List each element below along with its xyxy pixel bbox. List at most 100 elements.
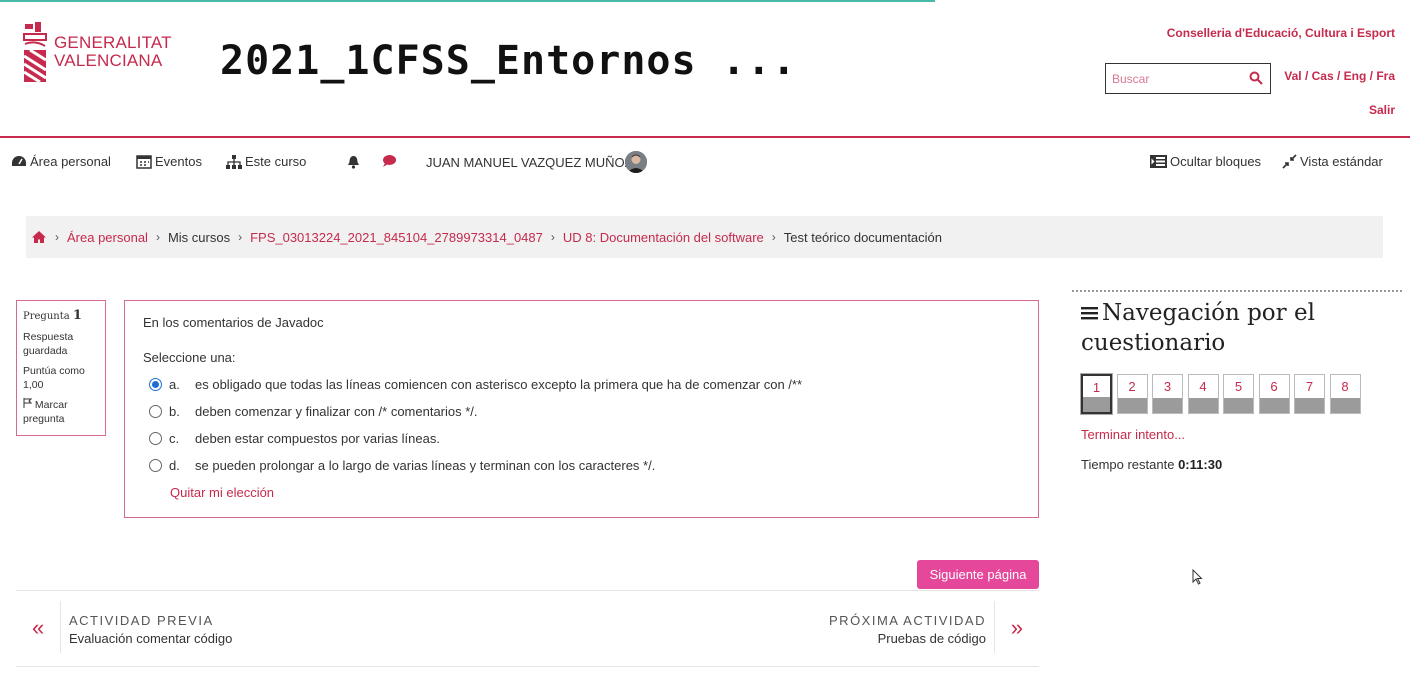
activity-navigation: « ACTIVIDAD PREVIA Evaluación comentar c… — [16, 590, 1039, 667]
generalitat-logo[interactable]: GENERALITAT VALENCIANA — [22, 22, 172, 84]
logo-line-2: VALENCIANA — [54, 51, 163, 70]
answer-option-c[interactable]: c. deben estar compuestos por varias lín… — [143, 425, 1020, 452]
question-state: Respuesta guardada — [23, 331, 74, 357]
messages-icon[interactable] — [382, 154, 397, 168]
breadcrumb-course[interactable]: FPS_03013224_2021_845104_2789973314_0487 — [250, 230, 543, 245]
next-activity-link[interactable]: PRÓXIMA ACTIVIDAD Pruebas de código — [829, 601, 995, 653]
nav-events[interactable]: Eventos — [136, 154, 202, 169]
question-text: En los comentarios de Javadoc — [143, 315, 324, 330]
previous-activity-label: ACTIVIDAD PREVIA — [69, 613, 214, 628]
hide-blocks-label: Ocultar bloques — [1170, 154, 1262, 169]
question-number: Pregunta 1 — [23, 309, 99, 324]
timer-value: 0:11:30 — [1178, 457, 1223, 472]
compress-icon — [1282, 154, 1297, 169]
calendar-icon — [136, 155, 152, 169]
nav-this-course[interactable]: Este curso — [226, 154, 306, 169]
clear-choice-link[interactable]: Quitar mi elección — [170, 485, 274, 500]
answer-letter: d. — [169, 458, 180, 473]
standard-view-button[interactable]: Vista estándar — [1282, 154, 1383, 169]
logout-link[interactable]: Salir — [1369, 103, 1395, 117]
next-activity-label: PRÓXIMA ACTIVIDAD — [829, 613, 986, 628]
site-header: GENERALITAT VALENCIANA 2021_1CFSS_Entorn… — [0, 0, 1410, 138]
answer-letter: c. — [169, 431, 180, 446]
finish-attempt-link[interactable]: Terminar intento... — [1081, 427, 1402, 442]
hide-blocks-icon — [1150, 155, 1167, 168]
quiz-question-button-1[interactable]: 1 — [1081, 374, 1112, 414]
quiz-navigation-title: Navegación por el cuestionario — [1081, 298, 1402, 358]
answer-radio-a[interactable] — [149, 378, 162, 391]
breadcrumb-current: Test teórico documentación — [783, 229, 943, 245]
question-marks: Puntúa como 1,00 — [23, 365, 85, 391]
next-page-button[interactable]: Siguiente página — [917, 560, 1039, 589]
top-navbar: Área personal Eventos Este curso JUAN MA… — [0, 140, 1410, 184]
next-activity-name: Pruebas de código — [877, 631, 986, 646]
quiz-question-button-7[interactable]: 7 — [1294, 374, 1325, 414]
answer-text[interactable]: se pueden prolongar a lo largo de varias… — [195, 458, 655, 473]
question-content: En los comentarios de Javadoc Seleccione… — [124, 300, 1039, 518]
user-avatar-icon — [625, 151, 647, 173]
hide-blocks-button[interactable]: Ocultar bloques — [1150, 154, 1261, 169]
quiz-question-button-3[interactable]: 3 — [1152, 374, 1183, 414]
nav-dashboard[interactable]: Área personal — [11, 154, 111, 169]
menu-icon[interactable] — [1081, 306, 1098, 320]
quiz-question-button-6[interactable]: 6 — [1258, 374, 1290, 414]
breadcrumb-separator: › — [155, 230, 160, 244]
search-box — [1105, 63, 1271, 94]
answer-letter: b. — [169, 404, 180, 419]
quiz-timer: Tiempo restante 0:11:30 — [1081, 457, 1402, 472]
timer-label: Tiempo restante — [1081, 457, 1175, 472]
nav-events-label: Eventos — [155, 154, 202, 169]
answer-option-b[interactable]: b. deben comenzar y finalizar con /* com… — [143, 398, 1020, 425]
quiz-navigation-block: Navegación por el cuestionario 1 2 3 4 5… — [1072, 290, 1402, 472]
previous-activity-link[interactable]: ACTIVIDAD PREVIA Evaluación comentar cód… — [60, 601, 232, 653]
breadcrumb: › Área personal › Mis cursos › FPS_03013… — [26, 216, 1383, 258]
quiz-navigation-title-text: Navegación por el cuestionario — [1081, 300, 1315, 356]
mouse-cursor-icon — [1192, 569, 1203, 585]
answer-text[interactable]: deben estar compuestos por varias líneas… — [195, 431, 440, 446]
nav-this-course-label: Este curso — [245, 154, 307, 169]
answer-text[interactable]: es obligado que todas las líneas comienc… — [195, 377, 802, 392]
flag-question[interactable]: Marcar pregunta — [23, 398, 99, 426]
quiz-question-button-5[interactable]: 5 — [1223, 374, 1254, 414]
user-menu-name[interactable]: JUAN MANUEL VAZQUEZ MUÑOZ — [426, 155, 633, 170]
quiz-question-button-8[interactable]: 8 — [1329, 374, 1361, 414]
search-input[interactable] — [1106, 64, 1246, 93]
user-avatar[interactable] — [625, 151, 647, 173]
dashboard-icon — [12, 155, 26, 166]
next-activity-arrow-icon[interactable]: » — [1011, 615, 1023, 641]
breadcrumb-separator: › — [550, 230, 555, 244]
answer-radio-d[interactable] — [149, 459, 162, 472]
question-prompt: Seleccione una: — [143, 350, 236, 365]
flag-icon — [23, 398, 33, 408]
language-selector[interactable]: Val / Cas / Eng / Fra — [1284, 69, 1395, 83]
generalitat-crest-icon — [23, 22, 47, 84]
breadcrumb-unit[interactable]: UD 8: Documentación del software — [563, 230, 764, 245]
conselleria-link[interactable]: Conselleria d'Educació, Cultura i Esport — [1167, 26, 1395, 40]
previous-activity-name: Evaluación comentar código — [69, 631, 233, 646]
answer-option-a[interactable]: a. es obligado que todas las líneas comi… — [143, 371, 1020, 398]
question-number-value: 1 — [72, 308, 82, 323]
quiz-question-button-4[interactable]: 4 — [1187, 374, 1219, 414]
question-number-label: Pregunta — [23, 311, 70, 322]
sitemap-icon — [226, 154, 242, 169]
answer-radio-b[interactable] — [149, 405, 162, 418]
notifications-bell-icon[interactable] — [347, 155, 360, 169]
nav-dashboard-label: Área personal — [30, 154, 111, 169]
answer-letter: a. — [169, 377, 180, 392]
answer-option-d[interactable]: d. se pueden prolongar a lo largo de var… — [143, 452, 1020, 479]
answer-radio-c[interactable] — [149, 432, 162, 445]
standard-view-label: Vista estándar — [1300, 154, 1383, 169]
logo-line-1: GENERALITAT — [54, 33, 172, 52]
question-buttons: 1 2 3 4 5 6 7 8 — [1081, 374, 1402, 414]
question-info: Pregunta 1 Respuesta guardada Puntúa com… — [16, 300, 106, 436]
breadcrumb-separator: › — [55, 230, 59, 244]
previous-activity-arrow-icon[interactable]: « — [32, 615, 44, 641]
quiz-question-button-2[interactable]: 2 — [1116, 374, 1148, 414]
logo-text: GENERALITAT VALENCIANA — [54, 34, 172, 70]
breadcrumb-separator: › — [238, 230, 243, 244]
search-icon[interactable] — [1249, 71, 1263, 85]
breadcrumb-my-courses: Mis cursos — [167, 229, 231, 245]
home-icon[interactable] — [31, 230, 47, 244]
breadcrumb-dashboard[interactable]: Área personal — [67, 230, 148, 245]
answer-text[interactable]: deben comenzar y finalizar con /* coment… — [195, 404, 478, 419]
